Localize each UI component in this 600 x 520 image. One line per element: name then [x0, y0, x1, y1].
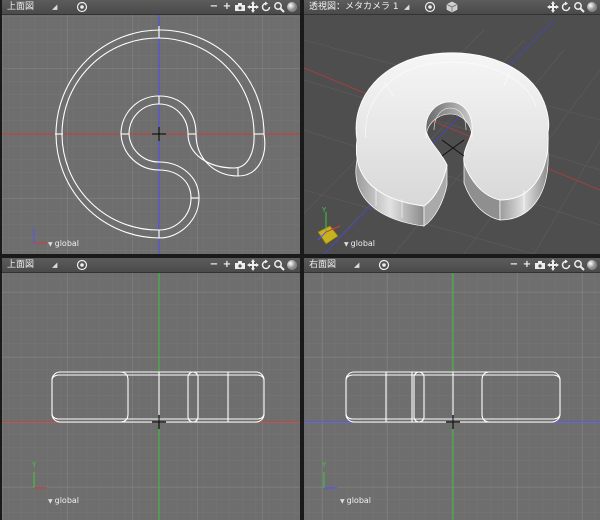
target-icon[interactable]: [424, 1, 436, 13]
zoom-icon[interactable]: [573, 1, 585, 13]
move-icon[interactable]: [247, 1, 259, 13]
viewport-header: 上面図 ◢ − +: [2, 258, 300, 273]
zoom-icon[interactable]: [573, 259, 585, 271]
viewport-toolbar: − +: [208, 1, 298, 13]
camera-icon[interactable]: [234, 1, 246, 13]
viewport-top-left[interactable]: 上面図 ◢ − + ▼ global: [2, 0, 300, 254]
camera-icon[interactable]: [234, 259, 246, 271]
viewport-title[interactable]: 上面図: [7, 258, 34, 272]
coordinate-system-label[interactable]: ▼ global: [48, 496, 79, 505]
right-view-canvas[interactable]: [304, 258, 600, 520]
y-axis-letter: Y: [322, 206, 327, 214]
view-dropdown-icon[interactable]: ◢: [52, 0, 57, 14]
rotate-icon[interactable]: [260, 259, 272, 271]
camera-icon[interactable]: [534, 259, 546, 271]
viewport-title[interactable]: 透視図：メタカメラ 1: [309, 0, 399, 14]
view-dropdown-icon[interactable]: ◢: [354, 258, 359, 272]
viewport-header: 上面図 ◢ − +: [2, 0, 300, 15]
rotate-icon[interactable]: [560, 1, 572, 13]
move-icon[interactable]: [547, 259, 559, 271]
perspective-canvas[interactable]: [304, 0, 600, 254]
viewport-toolbar: [547, 1, 598, 13]
target-icon[interactable]: [76, 1, 88, 13]
zoom-in-button[interactable]: +: [221, 1, 233, 13]
front-view-canvas[interactable]: [2, 258, 300, 520]
shading-sphere-icon[interactable]: [586, 259, 598, 271]
zoom-out-button[interactable]: −: [208, 259, 220, 271]
viewport-header: 右面図 ◢ − +: [304, 258, 600, 273]
viewport-title[interactable]: 上面図: [7, 0, 34, 14]
rotate-icon[interactable]: [260, 1, 272, 13]
zoom-icon[interactable]: [273, 1, 285, 13]
coordinate-system-label[interactable]: ▼ global: [340, 496, 371, 505]
view-dropdown-icon[interactable]: ◢: [52, 258, 57, 272]
y-axis-letter: Y: [32, 461, 37, 469]
target-icon[interactable]: [76, 259, 88, 271]
move-icon[interactable]: [247, 259, 259, 271]
viewport-perspective[interactable]: 透視図：メタカメラ 1 ◢ Y ▼ global: [304, 0, 600, 254]
target-icon[interactable]: [378, 259, 390, 271]
shading-sphere-icon[interactable]: [286, 259, 298, 271]
shading-mode-icon[interactable]: [446, 1, 458, 13]
view-dropdown-icon[interactable]: ◢: [404, 0, 409, 14]
zoom-out-button[interactable]: −: [208, 1, 220, 13]
zoom-out-button[interactable]: −: [508, 259, 520, 271]
rotate-icon[interactable]: [560, 259, 572, 271]
top-view-canvas[interactable]: [2, 0, 300, 254]
zoom-icon[interactable]: [273, 259, 285, 271]
viewport-toolbar: − +: [508, 259, 598, 271]
move-icon[interactable]: [547, 1, 559, 13]
viewport-toolbar: − +: [208, 259, 298, 271]
shading-sphere-icon[interactable]: [286, 1, 298, 13]
viewport-right[interactable]: 右面図 ◢ − + Y ▼ global: [304, 258, 600, 520]
viewport-header: 透視図：メタカメラ 1 ◢: [304, 0, 600, 15]
coordinate-system-label[interactable]: ▼ global: [344, 239, 375, 248]
zoom-in-button[interactable]: +: [221, 259, 233, 271]
viewport-bottom-left[interactable]: 上面図 ◢ − + Y ▼ global: [2, 258, 300, 520]
zoom-in-button[interactable]: +: [521, 259, 533, 271]
y-axis-letter: Y: [322, 461, 327, 469]
coordinate-system-label[interactable]: ▼ global: [48, 239, 79, 248]
viewport-title[interactable]: 右面図: [309, 258, 336, 272]
shading-sphere-icon[interactable]: [586, 1, 598, 13]
